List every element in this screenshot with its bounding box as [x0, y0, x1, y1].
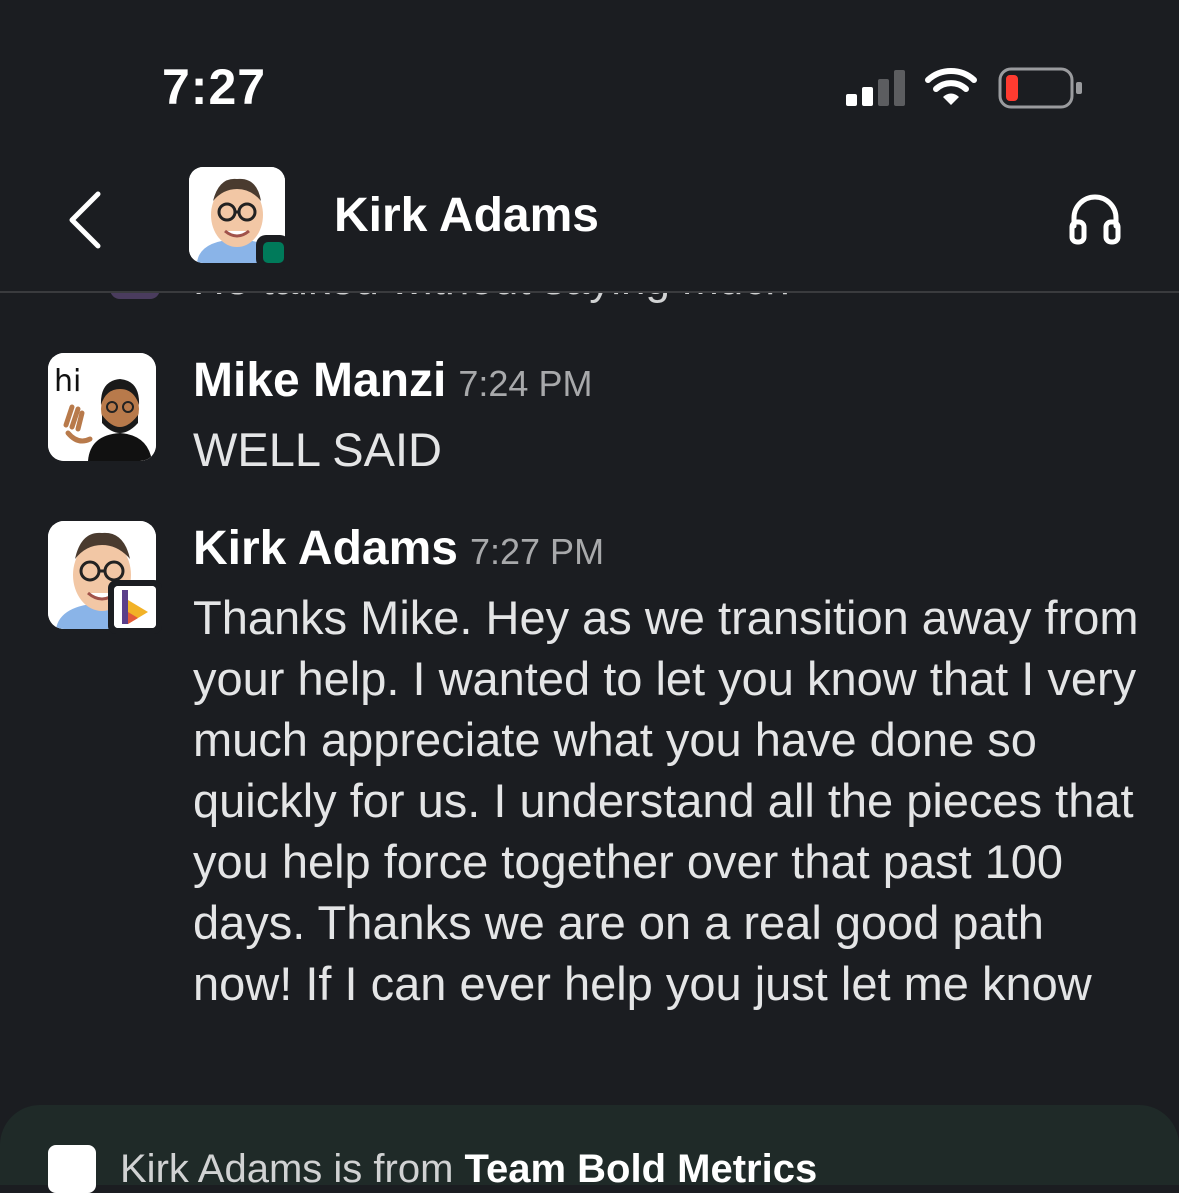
cellular-signal-icon — [846, 70, 905, 106]
cutoff-avatar — [110, 293, 160, 299]
org-badge — [108, 580, 162, 634]
message-item[interactable]: hi Mike Manzi 7:24 PM WELL SAID — [0, 353, 1179, 483]
back-chevron-icon[interactable] — [62, 190, 106, 250]
message-timestamp: 7:27 PM — [469, 531, 605, 572]
status-bar: 7:27 — [0, 0, 1179, 140]
message-author[interactable]: Kirk Adams — [193, 522, 458, 575]
cutoff-message-text: He talked without saying much — [193, 293, 790, 305]
message-text: Thanks Mike. Hey as we transition away f… — [193, 591, 1139, 1010]
message-timestamp: 7:24 PM — [458, 363, 593, 404]
status-time: 7:27 — [162, 59, 267, 115]
conversation-header: Kirk Adams — [0, 140, 1179, 293]
message-text: WELL SAID — [193, 423, 442, 476]
presence-indicator — [256, 235, 290, 269]
bold-metrics-logo-icon — [114, 586, 156, 628]
battery-low-icon — [998, 67, 1082, 109]
org-badge-logo — [114, 586, 156, 628]
org-info-banner[interactable]: Kirk Adams is from Team Bold Metrics — [0, 1105, 1179, 1193]
headphones-icon[interactable] — [1068, 192, 1122, 246]
mike-manzi-avatar-illustration: hi — [48, 353, 156, 461]
cutoff-previous-message: He talked without saying much — [0, 293, 1179, 353]
mike-manzi-avatar[interactable]: hi — [48, 353, 156, 461]
message-item[interactable]: Kirk Adams 7:27 PM Thanks Mike. Hey as we… — [0, 521, 1179, 1081]
message-header: Mike Manzi 7:24 PM — [193, 353, 592, 408]
message-header: Kirk Adams 7:27 PM — [193, 521, 604, 576]
message-author[interactable]: Mike Manzi — [193, 354, 446, 407]
org-logo-icon — [48, 1145, 96, 1193]
avatar-hi-text: hi — [54, 364, 81, 399]
wifi-icon — [925, 68, 977, 105]
org-info-text: Kirk Adams is from Team Bold Metrics — [120, 1147, 817, 1192]
org-info-prefix: Kirk Adams is from — [120, 1147, 465, 1191]
org-team-name[interactable]: Team Bold Metrics — [465, 1147, 818, 1191]
conversation-title: Kirk Adams — [334, 189, 599, 242]
